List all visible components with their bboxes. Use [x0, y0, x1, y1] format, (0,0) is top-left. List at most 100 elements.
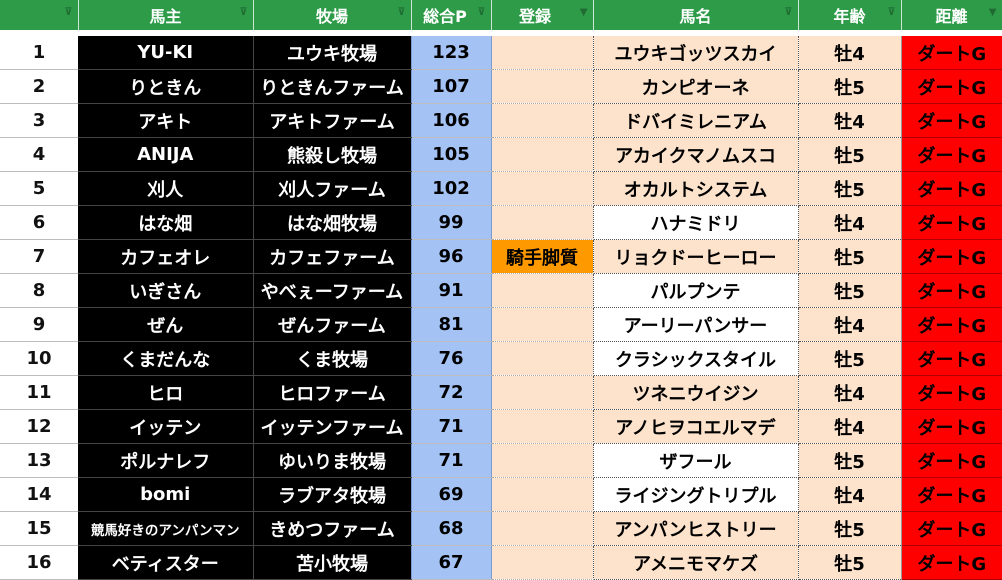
header-ranch[interactable]: 牧場 ⊽: [253, 0, 412, 30]
age-cell[interactable]: 牡4: [798, 205, 902, 240]
horse-name-cell[interactable]: アカイクマノムスコ: [593, 137, 799, 172]
horse-name-cell[interactable]: ユウキゴッツスカイ: [593, 36, 799, 70]
points-cell[interactable]: 68: [410, 511, 492, 546]
horse-name-cell[interactable]: ハナミドリ: [593, 205, 799, 240]
ranch-cell[interactable]: 熊殺し牧場: [253, 137, 411, 172]
horse-name-cell[interactable]: ドバイミレニアム: [593, 103, 799, 138]
horse-name-cell[interactable]: アノヒヲコエルマデ: [593, 409, 799, 444]
points-cell[interactable]: 71: [410, 443, 492, 478]
age-cell[interactable]: 牡5: [798, 511, 902, 546]
age-cell[interactable]: 牡5: [798, 137, 902, 172]
points-cell[interactable]: 107: [410, 69, 492, 104]
points-cell[interactable]: 123: [410, 36, 492, 70]
row-number-cell[interactable]: 15: [0, 511, 78, 546]
ranch-cell[interactable]: やべぇーファーム: [253, 273, 411, 308]
distance-cell[interactable]: ダートG: [901, 307, 1002, 342]
owner-cell[interactable]: イッテン: [78, 409, 254, 444]
horse-name-cell[interactable]: ライジングトリプル: [593, 477, 799, 512]
points-cell[interactable]: 69: [410, 477, 492, 512]
owner-cell[interactable]: bomi: [78, 477, 254, 512]
register-cell[interactable]: [491, 36, 594, 70]
distance-cell[interactable]: ダートG: [901, 477, 1002, 512]
row-number-cell[interactable]: 8: [0, 273, 78, 308]
horse-name-cell[interactable]: パルプンテ: [593, 273, 799, 308]
age-cell[interactable]: 牡4: [798, 375, 902, 410]
register-cell[interactable]: [491, 477, 594, 512]
ranch-cell[interactable]: 苫小牧場: [253, 545, 411, 580]
owner-cell[interactable]: はな畑: [78, 205, 254, 240]
header-horse[interactable]: 馬名 ⊽: [593, 0, 799, 30]
horse-name-cell[interactable]: リョクドーヒーロー: [593, 239, 799, 274]
age-cell[interactable]: 牡5: [798, 545, 902, 580]
owner-cell[interactable]: いぎさん: [78, 273, 254, 308]
horse-name-cell[interactable]: ツネニウイジン: [593, 375, 799, 410]
distance-cell[interactable]: ダートG: [901, 511, 1002, 546]
owner-cell[interactable]: ベティスター: [78, 545, 254, 580]
ranch-cell[interactable]: アキトファーム: [253, 103, 411, 138]
row-number-cell[interactable]: 7: [0, 239, 78, 274]
row-number-cell[interactable]: 3: [0, 103, 78, 138]
owner-cell[interactable]: アキト: [78, 103, 254, 138]
age-cell[interactable]: 牡5: [798, 69, 902, 104]
distance-cell[interactable]: ダートG: [901, 69, 1002, 104]
age-cell[interactable]: 牡5: [798, 443, 902, 478]
row-number-cell[interactable]: 9: [0, 307, 78, 342]
register-cell[interactable]: [491, 409, 594, 444]
register-cell[interactable]: [491, 307, 594, 342]
age-cell[interactable]: 牡4: [798, 477, 902, 512]
filter-icon[interactable]: ⊽: [239, 8, 247, 18]
owner-cell[interactable]: くまだんな: [78, 341, 254, 376]
ranch-cell[interactable]: ゆいりま牧場: [253, 443, 411, 478]
points-cell[interactable]: 91: [410, 273, 492, 308]
ranch-cell[interactable]: はな畑牧場: [253, 205, 411, 240]
distance-cell[interactable]: ダートG: [901, 239, 1002, 274]
horse-name-cell[interactable]: ザフール: [593, 443, 799, 478]
distance-cell[interactable]: ダートG: [901, 137, 1002, 172]
row-number-cell[interactable]: 5: [0, 171, 78, 206]
ranch-cell[interactable]: きめつファーム: [253, 511, 411, 546]
owner-cell[interactable]: 刈人: [78, 171, 254, 206]
points-cell[interactable]: 105: [410, 137, 492, 172]
register-cell[interactable]: [491, 103, 594, 138]
filter-active-icon[interactable]: ▼: [580, 8, 588, 18]
distance-cell[interactable]: ダートG: [901, 36, 1002, 70]
ranch-cell[interactable]: イッテンファーム: [253, 409, 411, 444]
register-cell[interactable]: [491, 69, 594, 104]
distance-cell[interactable]: ダートG: [901, 171, 1002, 206]
horse-name-cell[interactable]: クラシックスタイル: [593, 341, 799, 376]
distance-cell[interactable]: ダートG: [901, 375, 1002, 410]
age-cell[interactable]: 牡5: [798, 239, 902, 274]
owner-cell[interactable]: りときん: [78, 69, 254, 104]
row-number-cell[interactable]: 13: [0, 443, 78, 478]
register-cell[interactable]: [491, 171, 594, 206]
header-age[interactable]: 年齢 ⊽: [798, 0, 902, 30]
points-cell[interactable]: 106: [410, 103, 492, 138]
header-distance[interactable]: 距離 ▼: [901, 0, 1002, 30]
row-number-cell[interactable]: 2: [0, 69, 78, 104]
age-cell[interactable]: 牡4: [798, 103, 902, 138]
horse-name-cell[interactable]: アーリーパンサー: [593, 307, 799, 342]
register-cell[interactable]: [491, 375, 594, 410]
owner-cell[interactable]: 競馬好きのアンパンマン: [78, 511, 254, 546]
horse-name-cell[interactable]: アンパンヒストリー: [593, 511, 799, 546]
ranch-cell[interactable]: りときんファーム: [253, 69, 411, 104]
owner-cell[interactable]: ANIJA: [78, 137, 254, 172]
row-number-cell[interactable]: 16: [0, 545, 78, 580]
owner-cell[interactable]: ぜん: [78, 307, 254, 342]
points-cell[interactable]: 102: [410, 171, 492, 206]
register-cell[interactable]: [491, 205, 594, 240]
ranch-cell[interactable]: ラブアタ牧場: [253, 477, 411, 512]
header-register[interactable]: 登録 ▼: [491, 0, 594, 30]
distance-cell[interactable]: ダートG: [901, 273, 1002, 308]
distance-cell[interactable]: ダートG: [901, 205, 1002, 240]
ranch-cell[interactable]: ぜんファーム: [253, 307, 411, 342]
age-cell[interactable]: 牡5: [798, 341, 902, 376]
points-cell[interactable]: 67: [410, 545, 492, 580]
age-cell[interactable]: 牡4: [798, 409, 902, 444]
row-number-cell[interactable]: 12: [0, 409, 78, 444]
distance-cell[interactable]: ダートG: [901, 103, 1002, 138]
owner-cell[interactable]: ヒロ: [78, 375, 254, 410]
filter-icon[interactable]: ⊽: [477, 8, 485, 18]
ranch-cell[interactable]: くま牧場: [253, 341, 411, 376]
row-number-cell[interactable]: 11: [0, 375, 78, 410]
